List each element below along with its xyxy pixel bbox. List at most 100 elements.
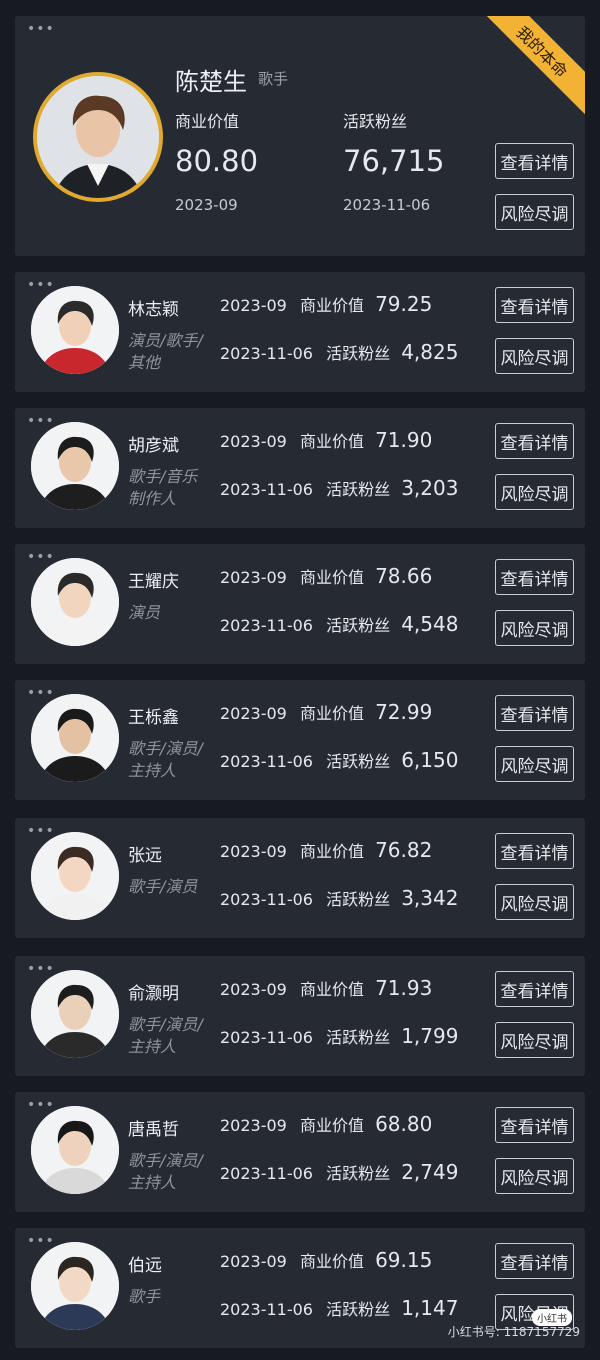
fans-row: 2023-11-06 活跃粉丝 6,150 bbox=[220, 748, 458, 772]
risk-check-button[interactable]: 风险尽调 bbox=[495, 610, 574, 646]
fans-date: 2023-11-06 bbox=[220, 1300, 313, 1319]
business-value: 76.82 bbox=[375, 838, 433, 862]
business-row: 2023-09 商业价值 78.66 bbox=[220, 564, 432, 588]
artist-tags: 歌手/演员/ 主持人 bbox=[128, 738, 213, 782]
fans-date: 2023-11-06 bbox=[220, 344, 313, 363]
risk-check-button[interactable]: 风险尽调 bbox=[495, 1158, 574, 1194]
more-icon[interactable]: ••• bbox=[27, 22, 55, 36]
business-value: 71.93 bbox=[375, 976, 433, 1000]
fans-date: 2023-11-06 bbox=[220, 1164, 313, 1183]
artist-name: 胡彦斌 bbox=[128, 436, 179, 456]
business-row: 2023-09 商业价值 71.90 bbox=[220, 428, 432, 452]
artist-card: ••• 俞灏明 歌手/演员/ 主持人 2023-09 商业价值 71.93 20… bbox=[15, 956, 585, 1076]
artist-tags: 演员 bbox=[128, 602, 213, 624]
artist-card: ••• 王耀庆 演员 2023-09 商业价值 78.66 2023-11-06… bbox=[15, 544, 585, 664]
more-icon[interactable]: ••• bbox=[27, 550, 55, 564]
risk-check-button[interactable]: 风险尽调 bbox=[495, 338, 574, 374]
view-details-button[interactable]: 查看详情 bbox=[495, 833, 574, 869]
fans-label: 活跃粉丝 bbox=[326, 1300, 391, 1319]
fans-value: 1,799 bbox=[401, 1024, 459, 1048]
fans-row: 2023-11-06 活跃粉丝 3,342 bbox=[220, 886, 458, 910]
business-label: 商业价值 bbox=[299, 704, 364, 723]
artist-tags-line: 歌手/演员/ bbox=[128, 1151, 203, 1170]
view-details-button[interactable]: 查看详情 bbox=[495, 1243, 574, 1279]
fans-label: 活跃粉丝 bbox=[326, 1164, 391, 1183]
avatar bbox=[31, 1242, 119, 1330]
artist-tags: 演员/歌手/ 其他 bbox=[128, 330, 213, 374]
fans-label: 活跃粉丝 bbox=[326, 752, 391, 771]
business-label: 商业价值 bbox=[299, 980, 364, 999]
fans-value: 2,749 bbox=[401, 1160, 459, 1184]
active-fans-label: 活跃粉丝 bbox=[343, 112, 408, 131]
business-row: 2023-09 商业价值 72.99 bbox=[220, 700, 432, 724]
person-avatar-icon bbox=[31, 1106, 119, 1194]
artist-name: 王耀庆 bbox=[128, 572, 179, 592]
artist-card: ••• 张远 歌手/演员 2023-09 商业价值 76.82 2023-11-… bbox=[15, 818, 585, 938]
risk-check-button[interactable]: 风险尽调 bbox=[495, 1022, 574, 1058]
risk-check-button[interactable]: 风险尽调 bbox=[495, 474, 574, 510]
artist-name: 伯远 bbox=[128, 1256, 162, 1276]
avatar bbox=[31, 1106, 119, 1194]
artist-tags-line: 歌手/演员/ bbox=[128, 739, 203, 758]
artist-tags-line: 歌手 bbox=[128, 1287, 161, 1306]
fans-row: 2023-11-06 活跃粉丝 4,825 bbox=[220, 340, 458, 364]
artist-card: ••• 王栎鑫 歌手/演员/ 主持人 2023-09 商业价值 72.99 20… bbox=[15, 680, 585, 800]
artist-name: 唐禹哲 bbox=[128, 1120, 179, 1140]
more-icon[interactable]: ••• bbox=[27, 1234, 55, 1248]
business-row: 2023-09 商业价值 76.82 bbox=[220, 838, 432, 862]
fans-row: 2023-11-06 活跃粉丝 2,749 bbox=[220, 1160, 458, 1184]
artist-tags-line: 主持人 bbox=[128, 1037, 177, 1056]
risk-check-button[interactable]: 风险尽调 bbox=[495, 884, 574, 920]
artist-tags-line: 歌手/演员/ bbox=[128, 1015, 203, 1034]
business-date: 2023-09 bbox=[220, 1252, 287, 1271]
watermark-text: 小红书号: 1187157729 bbox=[447, 1325, 580, 1339]
active-fans-date: 2023-11-06 bbox=[343, 196, 431, 214]
view-details-button[interactable]: 查看详情 bbox=[495, 1107, 574, 1143]
artist-tags-line: 制作人 bbox=[128, 489, 177, 508]
fans-value: 3,342 bbox=[401, 886, 459, 910]
fans-date: 2023-11-06 bbox=[220, 1028, 313, 1047]
business-date: 2023-09 bbox=[220, 432, 287, 451]
business-value: 79.25 bbox=[375, 292, 433, 316]
business-row: 2023-09 商业价值 79.25 bbox=[220, 292, 432, 316]
view-details-button[interactable]: 查看详情 bbox=[495, 143, 574, 179]
artist-card: ••• 林志颖 演员/歌手/ 其他 2023-09 商业价值 79.25 202… bbox=[15, 272, 585, 392]
business-date: 2023-09 bbox=[220, 568, 287, 587]
business-row: 2023-09 商业价值 68.80 bbox=[220, 1112, 432, 1136]
business-row: 2023-09 商业价值 71.93 bbox=[220, 976, 432, 1000]
artist-tags: 歌手/演员/ 主持人 bbox=[128, 1150, 213, 1194]
person-avatar-icon bbox=[37, 76, 159, 198]
business-row: 2023-09 商业价值 69.15 bbox=[220, 1248, 432, 1272]
artist-tags: 歌手/演员/ 主持人 bbox=[128, 1014, 213, 1058]
more-icon[interactable]: ••• bbox=[27, 1098, 55, 1112]
risk-check-button[interactable]: 风险尽调 bbox=[495, 194, 574, 230]
artist-tags-line: 主持人 bbox=[128, 1173, 177, 1192]
featured-card: ••• 我的本命 陈楚生 歌手 商业价值 80.80 2023-09 活跃粉丝 … bbox=[15, 16, 585, 256]
view-details-button[interactable]: 查看详情 bbox=[495, 423, 574, 459]
more-icon[interactable]: ••• bbox=[27, 278, 55, 292]
view-details-button[interactable]: 查看详情 bbox=[495, 971, 574, 1007]
avatar bbox=[31, 970, 119, 1058]
view-details-button[interactable]: 查看详情 bbox=[495, 559, 574, 595]
business-date: 2023-09 bbox=[220, 296, 287, 315]
view-details-button[interactable]: 查看详情 bbox=[495, 287, 574, 323]
business-label: 商业价值 bbox=[299, 1116, 364, 1135]
more-icon[interactable]: ••• bbox=[27, 824, 55, 838]
artist-card: ••• 胡彦斌 歌手/音乐 制作人 2023-09 商业价值 71.90 202… bbox=[15, 408, 585, 528]
avatar bbox=[31, 832, 119, 920]
person-avatar-icon bbox=[31, 694, 119, 782]
artist-name: 林志颖 bbox=[128, 300, 179, 320]
risk-check-button[interactable]: 风险尽调 bbox=[495, 746, 574, 782]
artist-tags: 歌手/音乐 制作人 bbox=[128, 466, 213, 510]
artist-name: 张远 bbox=[128, 846, 162, 866]
more-icon[interactable]: ••• bbox=[27, 686, 55, 700]
view-details-button[interactable]: 查看详情 bbox=[495, 695, 574, 731]
more-icon[interactable]: ••• bbox=[27, 414, 55, 428]
person-avatar-icon bbox=[31, 422, 119, 510]
my-favorite-ribbon: 我的本命 bbox=[475, 16, 585, 119]
fans-date: 2023-11-06 bbox=[220, 752, 313, 771]
fans-value: 3,203 bbox=[401, 476, 459, 500]
more-icon[interactable]: ••• bbox=[27, 962, 55, 976]
person-avatar-icon bbox=[31, 970, 119, 1058]
artist-tags: 歌手/演员 bbox=[128, 876, 213, 898]
